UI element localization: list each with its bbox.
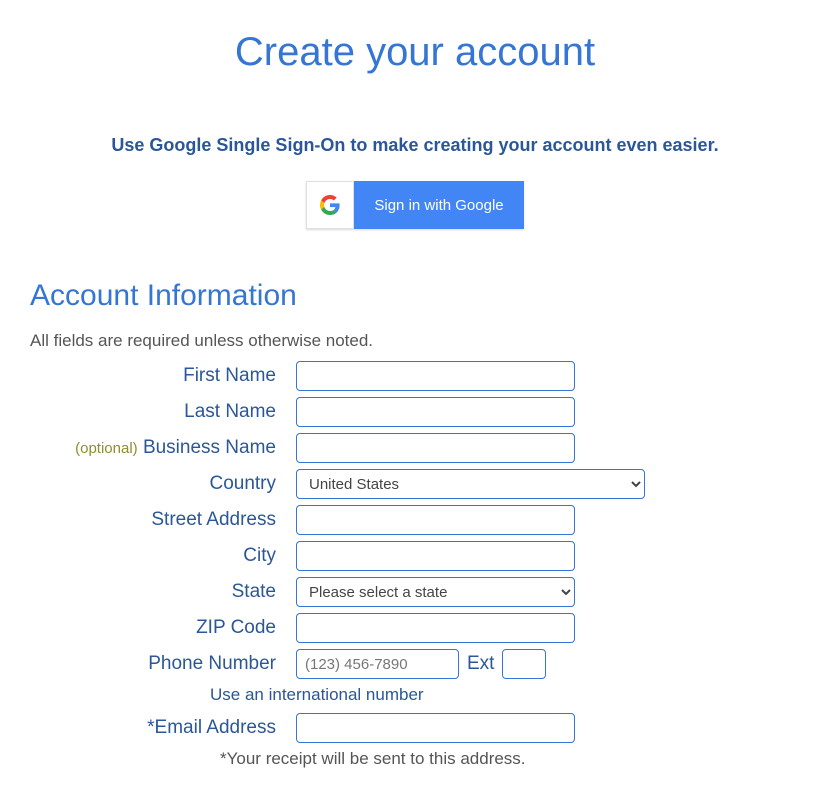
- required-note: All fields are required unless otherwise…: [30, 331, 800, 351]
- first-name-label: First Name: [30, 365, 296, 387]
- page-title: Create your account: [30, 30, 800, 75]
- state-select[interactable]: Please select a state: [296, 577, 575, 607]
- street-label: Street Address: [30, 509, 296, 531]
- email-field[interactable]: [296, 713, 575, 743]
- street-field[interactable]: [296, 505, 575, 535]
- first-name-field[interactable]: [296, 361, 575, 391]
- phone-field[interactable]: [296, 649, 459, 679]
- city-field[interactable]: [296, 541, 575, 571]
- business-name-label: Business Name: [143, 437, 276, 458]
- email-label: *Email Address: [30, 717, 296, 739]
- country-label: Country: [30, 473, 296, 495]
- zip-label: ZIP Code: [30, 617, 296, 639]
- receipt-note: *Your receipt will be sent to this addre…: [220, 749, 800, 769]
- google-signin-label: Sign in with Google: [354, 181, 523, 229]
- phone-label: Phone Number: [30, 653, 296, 675]
- ext-label: Ext: [467, 653, 494, 675]
- sso-prompt: Use Google Single Sign-On to make creati…: [30, 135, 800, 156]
- ext-field[interactable]: [502, 649, 546, 679]
- google-signin-button[interactable]: Sign in with Google: [306, 181, 523, 229]
- state-label: State: [30, 581, 296, 603]
- google-logo-icon: [306, 181, 354, 229]
- intl-number-link[interactable]: Use an international number: [210, 685, 424, 704]
- section-heading: Account Information: [30, 279, 800, 313]
- optional-tag: (optional): [75, 440, 138, 457]
- last-name-field[interactable]: [296, 397, 575, 427]
- zip-field[interactable]: [296, 613, 575, 643]
- business-name-field[interactable]: [296, 433, 575, 463]
- city-label: City: [30, 545, 296, 567]
- last-name-label: Last Name: [30, 401, 296, 423]
- country-select[interactable]: United States: [296, 469, 645, 499]
